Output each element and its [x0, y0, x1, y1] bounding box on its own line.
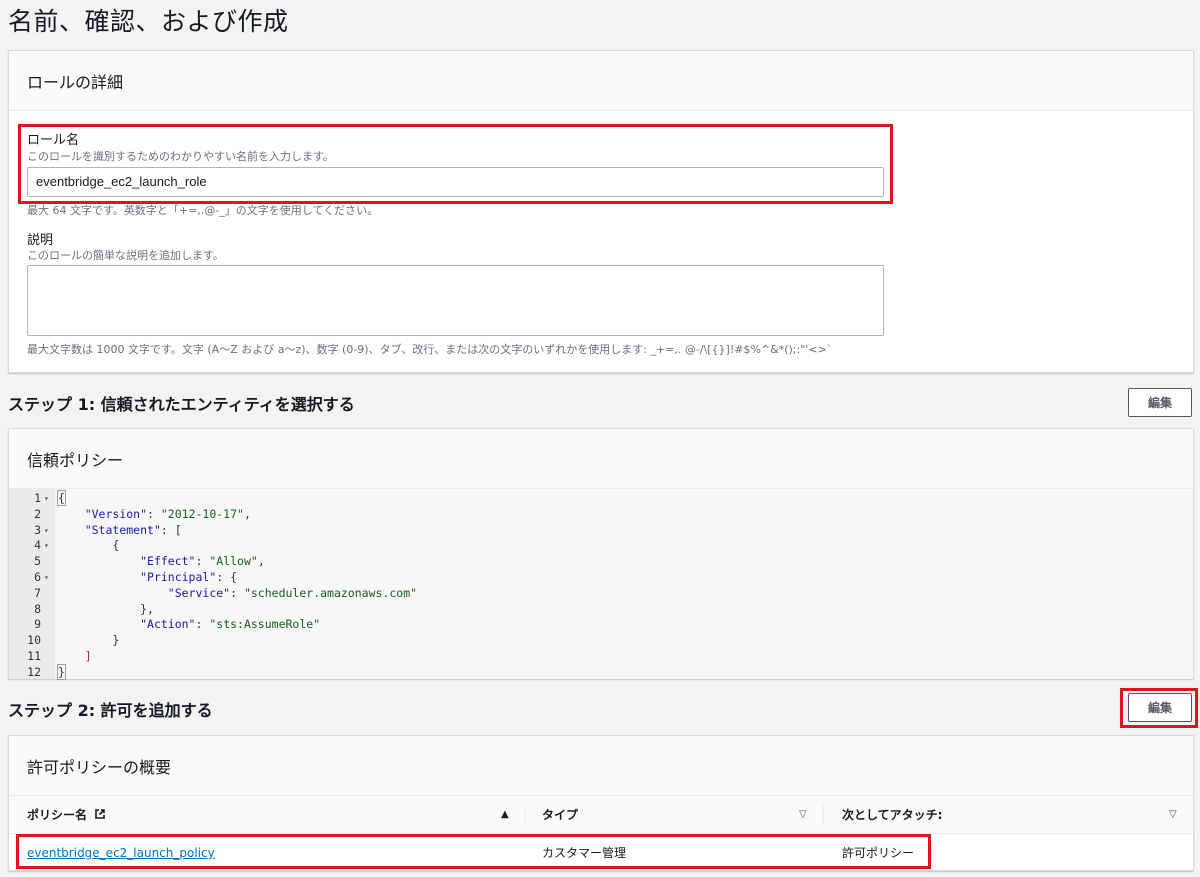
page-title: 名前、確認、および作成 — [8, 7, 289, 36]
code-text: "Effect": "Allow", — [140, 554, 265, 569]
code-line: 10 } — [9, 633, 1193, 649]
code-text: { — [112, 538, 120, 553]
code-line: 9 "Action": "sts:AssumeRole" — [9, 617, 1193, 633]
line-number: 6 — [34, 570, 41, 584]
line-number: 11 — [27, 649, 41, 663]
code-text: } — [57, 663, 66, 680]
role-name-description: このロールを識別するためのわかりやすい名前を入力します。 — [27, 150, 334, 163]
policy-name-link[interactable]: eventbridge_ec2_launch_policy — [27, 834, 215, 872]
column-policy-name[interactable]: ポリシー名 — [27, 796, 106, 834]
line-number: 2 — [34, 506, 41, 521]
trust-policy-code-editor[interactable]: 1 ▾{2 "Version": "2012-10-17", 3 ▾ "Stateme… — [9, 489, 1193, 681]
code-text: { — [57, 490, 66, 506]
permissions-summary-header: 許可ポリシーの概要 — [9, 736, 1193, 796]
code-line: 1 ▾ { — [9, 490, 1193, 507]
policy-attached-as: 許可ポリシー — [842, 846, 915, 860]
line-number: 9 — [34, 617, 41, 632]
code-line: 8 }, — [9, 602, 1193, 618]
line-number: 4 — [34, 538, 41, 553]
description-label: 説明 — [27, 233, 54, 248]
column-type[interactable]: タイプ — [542, 796, 578, 834]
role-details-panel: ロールの詳細 ロール名 このロールを識別するためのわかりやすい名前を入力します。… — [8, 50, 1194, 373]
line-number: 5 — [34, 554, 41, 569]
step2-title: ステップ 2: 許可を追加する — [8, 701, 213, 720]
sort-down-icon[interactable]: ▽ — [1169, 796, 1177, 834]
line-number: 12 — [27, 664, 41, 679]
code-line: 4 ▾ { — [9, 538, 1193, 554]
line-number: 7 — [34, 585, 41, 600]
step2-edit-button[interactable]: 編集 — [1128, 693, 1192, 722]
code-text: } — [112, 633, 120, 648]
permissions-summary-panel: 許可ポリシーの概要 ポリシー名 ▲ タイプ ▽ 次としてアタッチ: ▽ even… — [8, 735, 1194, 871]
code-text: ] — [84, 649, 92, 663]
fold-arrow-icon[interactable]: ▾ — [44, 538, 49, 554]
trust-policy-panel: 信頼ポリシー 1 ▾{2 "Version": "2012-10-17", 3 ▾ "… — [8, 428, 1194, 681]
code-line: 12} — [9, 663, 1193, 681]
code-line: 2 "Version": "2012-10-17", — [9, 507, 1193, 523]
table-row: eventbridge_ec2_launch_policy カスタマー管理 許可… — [9, 834, 1193, 872]
fold-arrow-icon[interactable]: ▾ — [44, 523, 49, 539]
line-number: 8 — [34, 601, 41, 616]
code-text: }, — [140, 601, 154, 616]
sort-ascending-icon[interactable]: ▲ — [501, 796, 509, 834]
column-separator — [525, 805, 526, 825]
description-help: このロールの簡単な説明を追加します。 — [27, 249, 224, 262]
code-line: 6 ▾ "Principal": { — [9, 570, 1193, 586]
policy-type: カスタマー管理 — [542, 846, 627, 860]
code-text: "Principal": { — [140, 570, 238, 584]
external-link-icon — [95, 809, 106, 819]
fold-arrow-icon[interactable]: ▾ — [44, 491, 49, 507]
policy-table-header: ポリシー名 ▲ タイプ ▽ 次としてアタッチ: ▽ — [9, 796, 1193, 834]
role-details-header: ロールの詳細 — [9, 51, 1193, 111]
code-line: 11 ] — [9, 649, 1193, 665]
role-name-constraint: 最大 64 文字です。英数字と「+=,.@-_」の文字を使用してください。 — [27, 204, 379, 217]
code-text: "Statement": [ — [84, 522, 182, 537]
line-number: 10 — [27, 633, 41, 648]
line-number: 1 — [34, 491, 41, 505]
role-name-label: ロール名 — [27, 133, 80, 148]
code-text: "Version": "2012-10-17", — [84, 506, 251, 521]
code-text: "Action": "sts:AssumeRole" — [140, 617, 321, 632]
step1-edit-button[interactable]: 編集 — [1128, 388, 1192, 417]
description-constraint: 最大文字数は 1000 文字です。文字 (A～Z および a～z)、数字 (0-… — [27, 343, 833, 356]
code-text: "Service": "scheduler.amazonaws.com" — [167, 585, 418, 600]
step1-title: ステップ 1: 信頼されたエンティティを選択する — [8, 395, 355, 414]
code-line: 3 ▾ "Statement": [ — [9, 523, 1193, 539]
code-line: 5 "Effect": "Allow", — [9, 554, 1193, 570]
trust-policy-header: 信頼ポリシー — [9, 429, 1193, 489]
column-separator — [823, 805, 824, 825]
fold-arrow-icon[interactable]: ▾ — [44, 570, 49, 586]
sort-down-icon[interactable]: ▽ — [799, 796, 807, 834]
code-line: 7 "Service": "scheduler.amazonaws.com" — [9, 586, 1193, 602]
line-number: 3 — [34, 522, 41, 537]
column-attached-as[interactable]: 次としてアタッチ: — [842, 796, 942, 834]
description-textarea[interactable] — [27, 265, 884, 336]
role-name-input[interactable]: eventbridge_ec2_launch_role — [27, 167, 884, 197]
